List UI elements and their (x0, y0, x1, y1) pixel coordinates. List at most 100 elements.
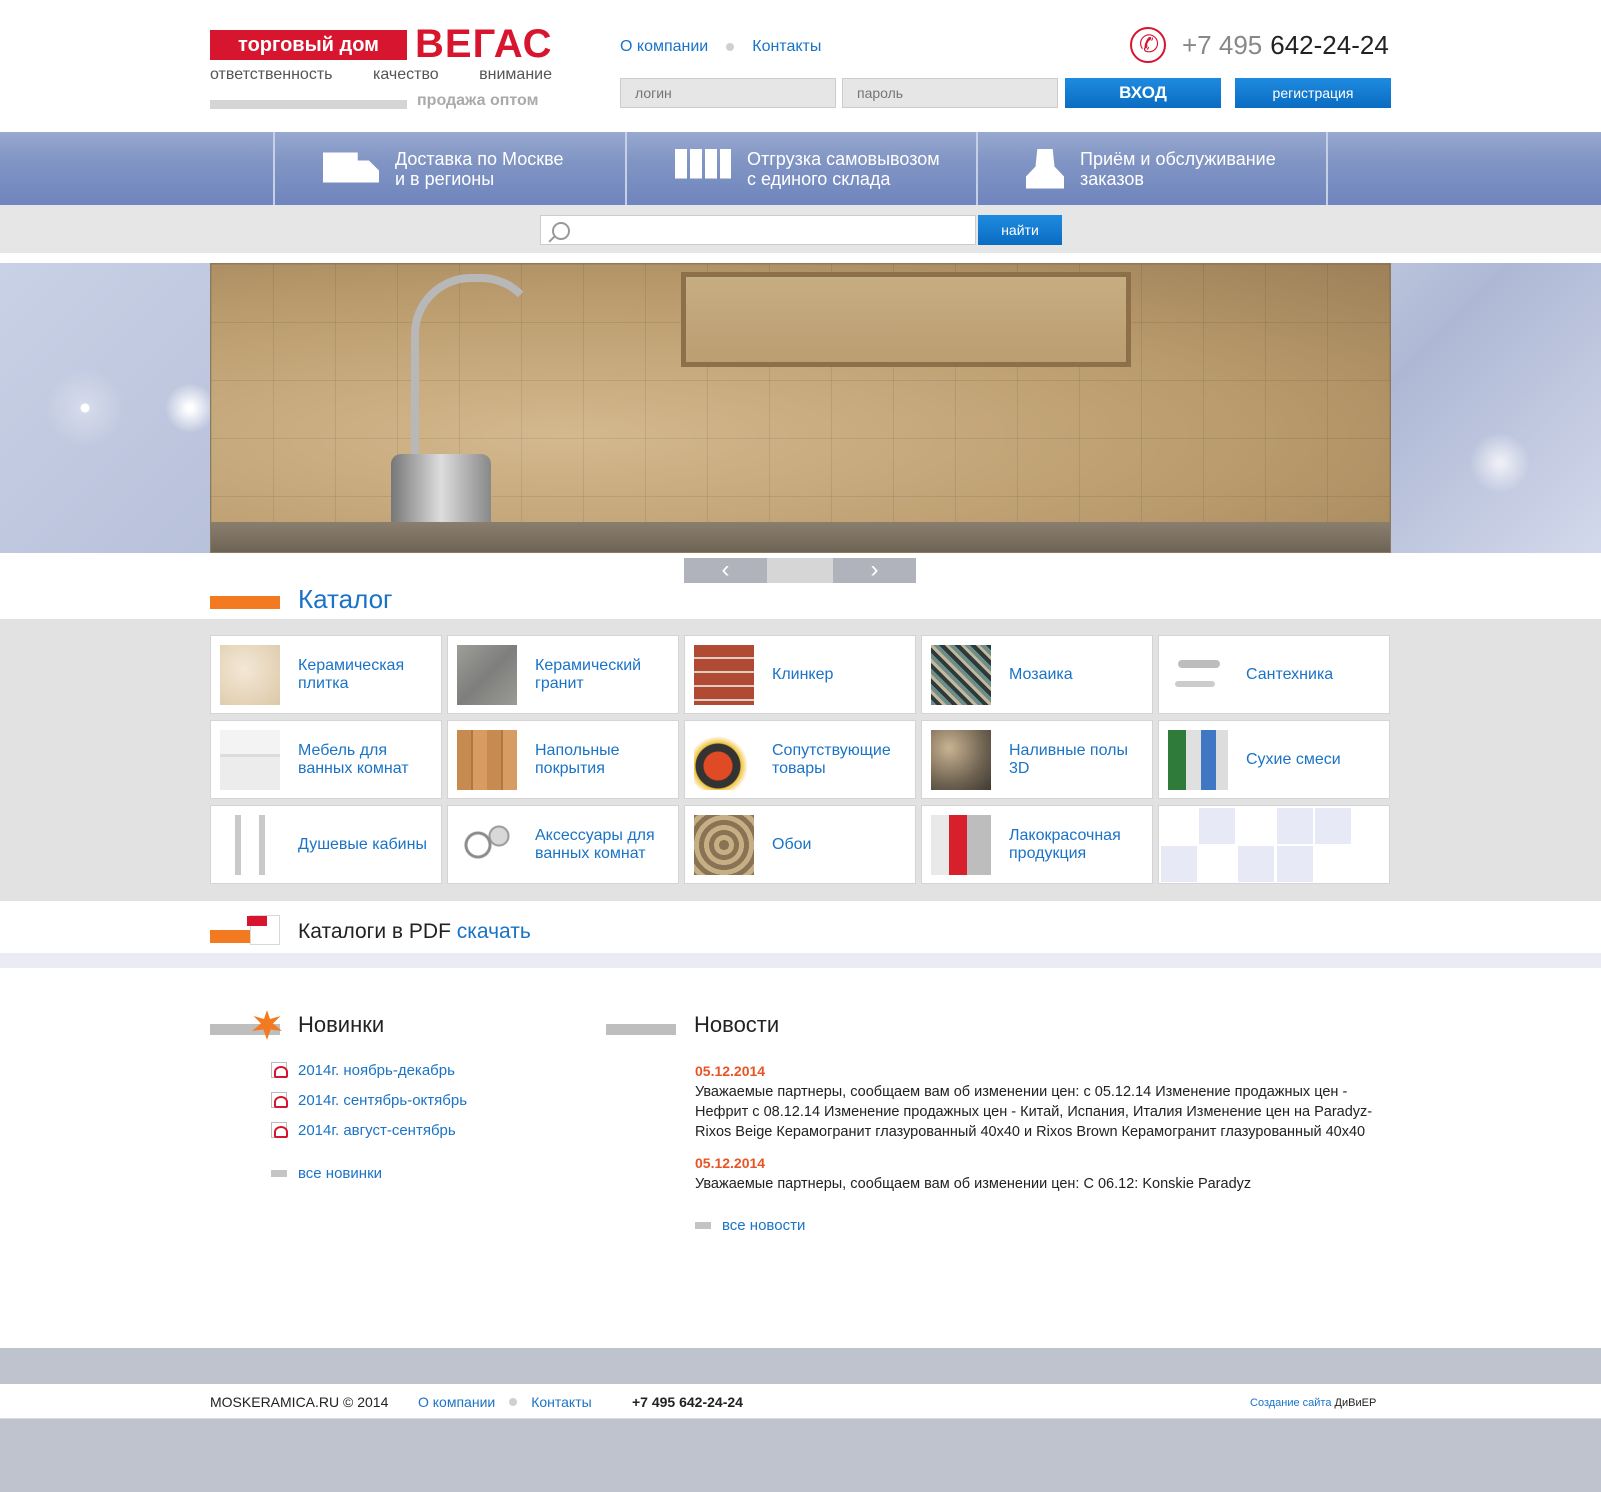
catalog-item-floor-coverings[interactable]: Напольные покрытия (447, 720, 679, 799)
floor-image (457, 729, 517, 790)
search-input[interactable] (540, 215, 976, 245)
footer-phone: +7 495 642-24-24 (632, 1394, 743, 1410)
logo-sub: продажа оптом (417, 92, 539, 109)
nav-contacts[interactable]: Контакты (752, 38, 821, 56)
catalog-item-clinker[interactable]: Клинкер (684, 635, 916, 714)
pdf-file-icon (271, 1092, 288, 1108)
decor-square (1277, 846, 1313, 882)
pallet-icon (675, 148, 731, 179)
footer-about-link[interactable]: О компании (418, 1394, 495, 1410)
catalog-item-mosaic[interactable]: Мозаика (921, 635, 1153, 714)
service-orders-text: Приём и обслуживание заказов (1080, 148, 1276, 189)
tagline-2: качество (372, 66, 439, 83)
operator-icon (1026, 148, 1064, 189)
all-novelties-link[interactable]: все новинки (298, 1165, 382, 1182)
banner-frieze (681, 272, 1131, 367)
catalog-title-bar (210, 596, 280, 609)
all-news-marker (695, 1222, 711, 1229)
truck-icon (323, 152, 379, 183)
slider-next-button[interactable]: › (833, 558, 916, 583)
decor-square (1277, 808, 1313, 844)
header-phone: +7 495 642-24-24 (1130, 25, 1389, 65)
service-pickup-text: Отгрузка самовывозом с единого склада (747, 148, 940, 189)
banner-counter (211, 522, 1390, 552)
service-orders[interactable]: Приём и обслуживание заказов (976, 132, 1328, 205)
pdf-file-icon (271, 1062, 288, 1078)
search-icon (552, 222, 570, 240)
news-bar (606, 1024, 676, 1035)
clinker-image (694, 644, 754, 705)
logo-tagline: ответственность качество внимание (210, 66, 552, 84)
logo-brand: ВЕГАС (415, 22, 553, 66)
footer-contacts-link[interactable]: Контакты (531, 1394, 591, 1410)
service-pickup[interactable]: Отгрузка самовывозом с единого склада (625, 132, 976, 205)
novelty-link[interactable]: 2014г. сентябрь-октябрь (298, 1092, 467, 1109)
catalog-item-wallpaper[interactable]: Обои (684, 805, 916, 884)
phone-icon (1130, 27, 1166, 63)
decor-square (1238, 846, 1274, 882)
footer-bottom-band (0, 1419, 1601, 1492)
ceramic-tile-image (220, 644, 280, 705)
footer-top-band (0, 1348, 1601, 1384)
search-button[interactable]: найти (978, 215, 1062, 245)
catalog-item-porcelain-granite[interactable]: Керамический гранит (447, 635, 679, 714)
services-band: Доставка по Москве и в регионы Отгрузка … (0, 132, 1601, 205)
wallpaper-image (694, 814, 754, 875)
news-text[interactable]: Уважаемые партнеры, сообщаем вам об изме… (695, 1082, 1385, 1142)
nav-about[interactable]: О компании (620, 38, 708, 56)
dry-mixes-image (1168, 729, 1228, 790)
service-delivery[interactable]: Доставка по Москве и в регионы (273, 132, 625, 205)
slider-nav: ‹ › (684, 558, 916, 583)
catalog-item-bathroom-furniture[interactable]: Мебель для ванных комнат (210, 720, 442, 799)
decor-square (1199, 808, 1235, 844)
decor-square (1161, 846, 1197, 882)
service-delivery-text: Доставка по Москве и в регионы (395, 148, 564, 189)
all-novelties-marker (271, 1170, 287, 1177)
developer-name: ДиВиЕР (1334, 1397, 1377, 1409)
news-text[interactable]: Уважаемые партнеры, сообщаем вам об изме… (695, 1174, 1385, 1194)
pdf-file-icon (271, 1122, 288, 1138)
register-button[interactable]: регистрация (1235, 78, 1391, 108)
logo[interactable]: торговый дом ВЕГАС ответственность качес… (210, 22, 552, 118)
catalog-item-ceramic-tile[interactable]: Керамическая плитка (210, 635, 442, 714)
search-bar: найти (0, 205, 1601, 253)
shower-image (220, 814, 280, 875)
login-button[interactable]: ВХОД (1065, 78, 1221, 108)
phone-prefix: +7 495 (1182, 29, 1263, 60)
catalog-item-plumbing[interactable]: Сантехника (1158, 635, 1390, 714)
catalog-item-related-goods[interactable]: Сопутствующие товары (684, 720, 916, 799)
pdf-download-link[interactable]: скачать (457, 920, 531, 943)
catalog-decor-tile (1158, 805, 1390, 884)
plumbing-image (1168, 644, 1228, 705)
login-input[interactable] (620, 78, 836, 108)
nav-separator (726, 43, 735, 51)
footer-nav: О компании Контакты (418, 1394, 592, 1410)
news-title: Новости (694, 1012, 780, 1037)
news-date: 05.12.2014 (695, 1063, 766, 1079)
slider-prev-button[interactable]: ‹ (684, 558, 767, 583)
top-nav: О компании Контакты (620, 38, 821, 56)
tagline-1: ответственность (210, 66, 333, 83)
logo-bar (210, 100, 407, 109)
slider-indicator (767, 558, 833, 583)
developer-label: Создание сайта (1250, 1397, 1332, 1409)
catalog-item-dry-mixes[interactable]: Сухие смеси (1158, 720, 1390, 799)
catalog-item-bath-accessories[interactable]: Аксессуары для ванных комнат (447, 805, 679, 884)
paint-image (931, 814, 991, 875)
catalog-area: Керамическая плитка Керамический гранит … (0, 619, 1601, 901)
catalog-item-paint[interactable]: Лакокрасочная продукция (921, 805, 1153, 884)
accessories-image (457, 814, 517, 875)
footer-developer[interactable]: Создание сайта ДиВиЕР (1250, 1397, 1376, 1409)
banner-slide[interactable] (210, 263, 1391, 553)
news-date: 05.12.2014 (695, 1155, 766, 1171)
password-input[interactable] (842, 78, 1058, 108)
tagline-3: внимание (479, 66, 552, 83)
all-news-link[interactable]: все новости (722, 1217, 805, 1234)
catalog-item-shower-cabins[interactable]: Душевые кабины (210, 805, 442, 884)
novelty-link[interactable]: 2014г. август-сентябрь (298, 1122, 456, 1139)
catalog-item-3d-floors[interactable]: Наливные полы 3D (921, 720, 1153, 799)
footer-copyright: MOSKERAMICA.RU © 2014 (210, 1394, 389, 1410)
related-goods-image (694, 729, 754, 790)
furniture-image (220, 729, 280, 790)
novelty-link[interactable]: 2014г. ноябрь-декабрь (298, 1062, 455, 1079)
